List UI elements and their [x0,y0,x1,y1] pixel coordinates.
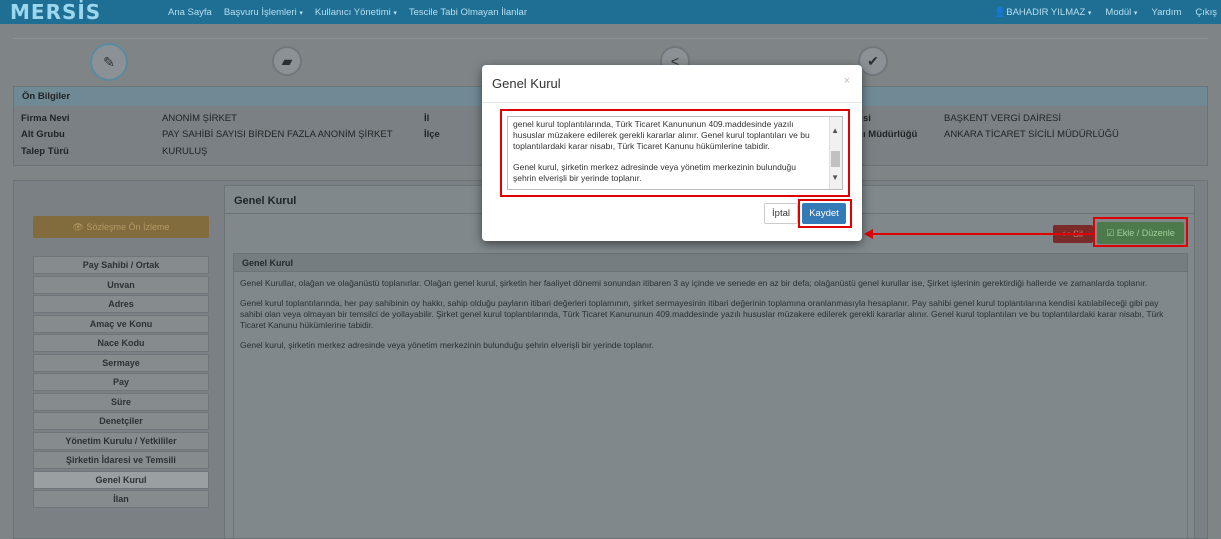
genel-kurul-textarea[interactable]: genel kurul toplantılarında, Türk Ticare… [507,116,843,190]
alt-grubu-value: PAY SAHİBİ SAYISI BİRDEN FAZLA ANONİM Şİ… [162,129,393,140]
paragraph: Genel Kurullar, olağan ve olağanüstü top… [240,278,1148,288]
close-icon[interactable]: × [844,75,850,87]
sicil-mudurlugu-value: ANKARA TİCARET SİCİLİ MÜDÜRLÜĞÜ [944,129,1119,140]
textarea-scrollbar[interactable]: ▲ ▼ [829,117,842,189]
scroll-thumb[interactable] [831,151,840,167]
sidebar-item-pay-sahibi[interactable]: Pay Sahibi / Ortak [33,256,209,274]
textarea-paragraph: Genel kurul, şirketin merkez adresinde v… [513,162,797,183]
sidebar-item-genel-kurul[interactable]: Genel Kurul [33,470,209,489]
nav-user-menu[interactable]: 👤BAHADIR YILMAZ ▾ [994,7,1091,18]
nav-yardim[interactable]: Yardım [1151,7,1181,18]
preview-label: Sözleşme Ön İzleme [86,222,170,232]
caret-down-icon: ▾ [299,9,303,17]
arrow-left-icon [864,229,873,239]
paragraph: Genel kurul, şirketin merkez adresinde v… [240,340,654,350]
nav-modul[interactable]: Modül ▾ [1105,7,1137,18]
step-check[interactable]: ✔ [858,46,888,76]
scroll-up-icon[interactable]: ▲ [831,125,839,136]
talep-turu-value: KURULUŞ [162,146,208,157]
nav-kullanici-label: Kullanıcı Yönetimi [314,6,391,18]
nav-ana-sayfa[interactable]: Ana Sayfa [168,7,212,18]
sidebar-item-sirketin-idaresi[interactable]: Şirketin İdaresi ve Temsili [33,451,209,469]
step-folder[interactable]: ▰ [272,46,302,76]
folder-icon: ▰ [281,52,293,69]
modal-title: Genel Kurul [492,76,561,91]
user-name: BAHADIR YILMAZ [1006,6,1086,18]
iptal-button[interactable]: İptal [764,203,798,224]
paragraph: Genel kurul toplantılarında, her pay sah… [240,298,1164,330]
il-label: İl [424,113,430,124]
user-icon: 👤 [994,6,1007,18]
sidebar-menu: Pay Sahibi / Ortak Unvan Adres Amaç ve K… [33,256,209,510]
top-navbar: MERSİS Ana Sayfa Başvuru İşlemleri ▾ Kul… [0,0,1221,24]
sidebar-item-denetciler[interactable]: Denetçiler [33,412,209,430]
genel-kurul-modal: Genel Kurul × genel kurul toplantılarınd… [482,65,862,241]
ilce-label: İlçe [424,129,440,140]
annotation-arrow-line [872,233,1093,235]
sidebar-item-nace-kodu[interactable]: Nace Kodu [33,334,209,352]
eye-icon: 👁 [72,221,87,232]
vergi-dairesi-label: si [863,113,871,124]
mersis-logo[interactable]: MERSİS [10,0,168,24]
modal-header: Genel Kurul [482,65,862,103]
nav-cikis[interactable]: Çıkış [1195,7,1217,18]
annotation-highlight-textarea: genel kurul toplantılarında, Türk Ticare… [500,109,850,197]
nav-right-group: 👤BAHADIR YILMAZ ▾ Modül ▾ Yardım Çıkış [994,7,1221,18]
alt-grubu-label: Alt Grubu [21,129,65,140]
step-pencil[interactable]: ✎ [90,43,128,81]
sozlesme-on-izleme-button[interactable]: 👁 Sözleşme Ön İzleme [33,216,209,238]
nav-modul-label: Modül [1105,6,1132,18]
nav-basvuru-islemleri[interactable]: Başvuru İşlemleri ▾ [224,7,303,18]
sidebar-item-sure[interactable]: Süre [33,392,209,411]
scroll-down-icon[interactable]: ▼ [831,172,839,183]
caret-down-icon: ▾ [1133,9,1138,17]
sidebar-item-unvan[interactable]: Unvan [33,275,209,294]
sidebar-item-yonetim-kurulu[interactable]: Yönetim Kurulu / Yetkililer [33,431,209,450]
sidebar-item-amac-ve-konu[interactable]: Amaç ve Konu [33,314,209,333]
firma-nevi-label: Firma Nevi [21,113,70,124]
sidebar-item-adres[interactable]: Adres [33,295,209,313]
firma-nevi-value: ANONİM ŞİRKET [162,113,237,124]
genel-kurul-text: Genel Kurullar, olağan ve olağanüstü top… [234,272,1187,351]
textarea-paragraph: genel kurul toplantılarında, Türk Ticare… [513,119,810,151]
nav-tescile-tabi[interactable]: Tescile Tabi Olmayan İlanlar [409,7,527,18]
vergi-dairesi-value: BAŞKENT VERGİ DAİRESİ [944,113,1062,124]
caret-down-icon: ▾ [393,9,397,17]
annotation-highlight-box [1093,217,1188,247]
sidebar-item-sermaye[interactable]: Sermaye [33,353,209,372]
nav-basvuru-label: Başvuru İşlemleri [223,6,297,18]
nav-kullanici-yonetimi[interactable]: Kullanıcı Yönetimi ▾ [315,7,397,18]
sidebar-item-pay[interactable]: Pay [33,373,209,391]
check-icon: ✔ [867,52,879,69]
pencil-icon: ✎ [103,53,115,70]
sidebar-item-ilan[interactable]: İlan [33,490,209,508]
genel-kurul-text-panel: Genel Kurul Genel Kurullar, olağan ve ol… [233,253,1188,539]
step-bar-line [13,38,1208,39]
content-title: Genel Kurul [234,195,297,207]
talep-turu-label: Talep Türü [21,146,69,157]
inner-panel-title: Genel Kurul [234,254,1187,272]
kaydet-button[interactable]: Kaydet [802,203,846,224]
caret-down-icon: ▾ [1087,9,1092,17]
sicil-mudurlugu-label: ı Müdürlüğü [863,129,918,140]
